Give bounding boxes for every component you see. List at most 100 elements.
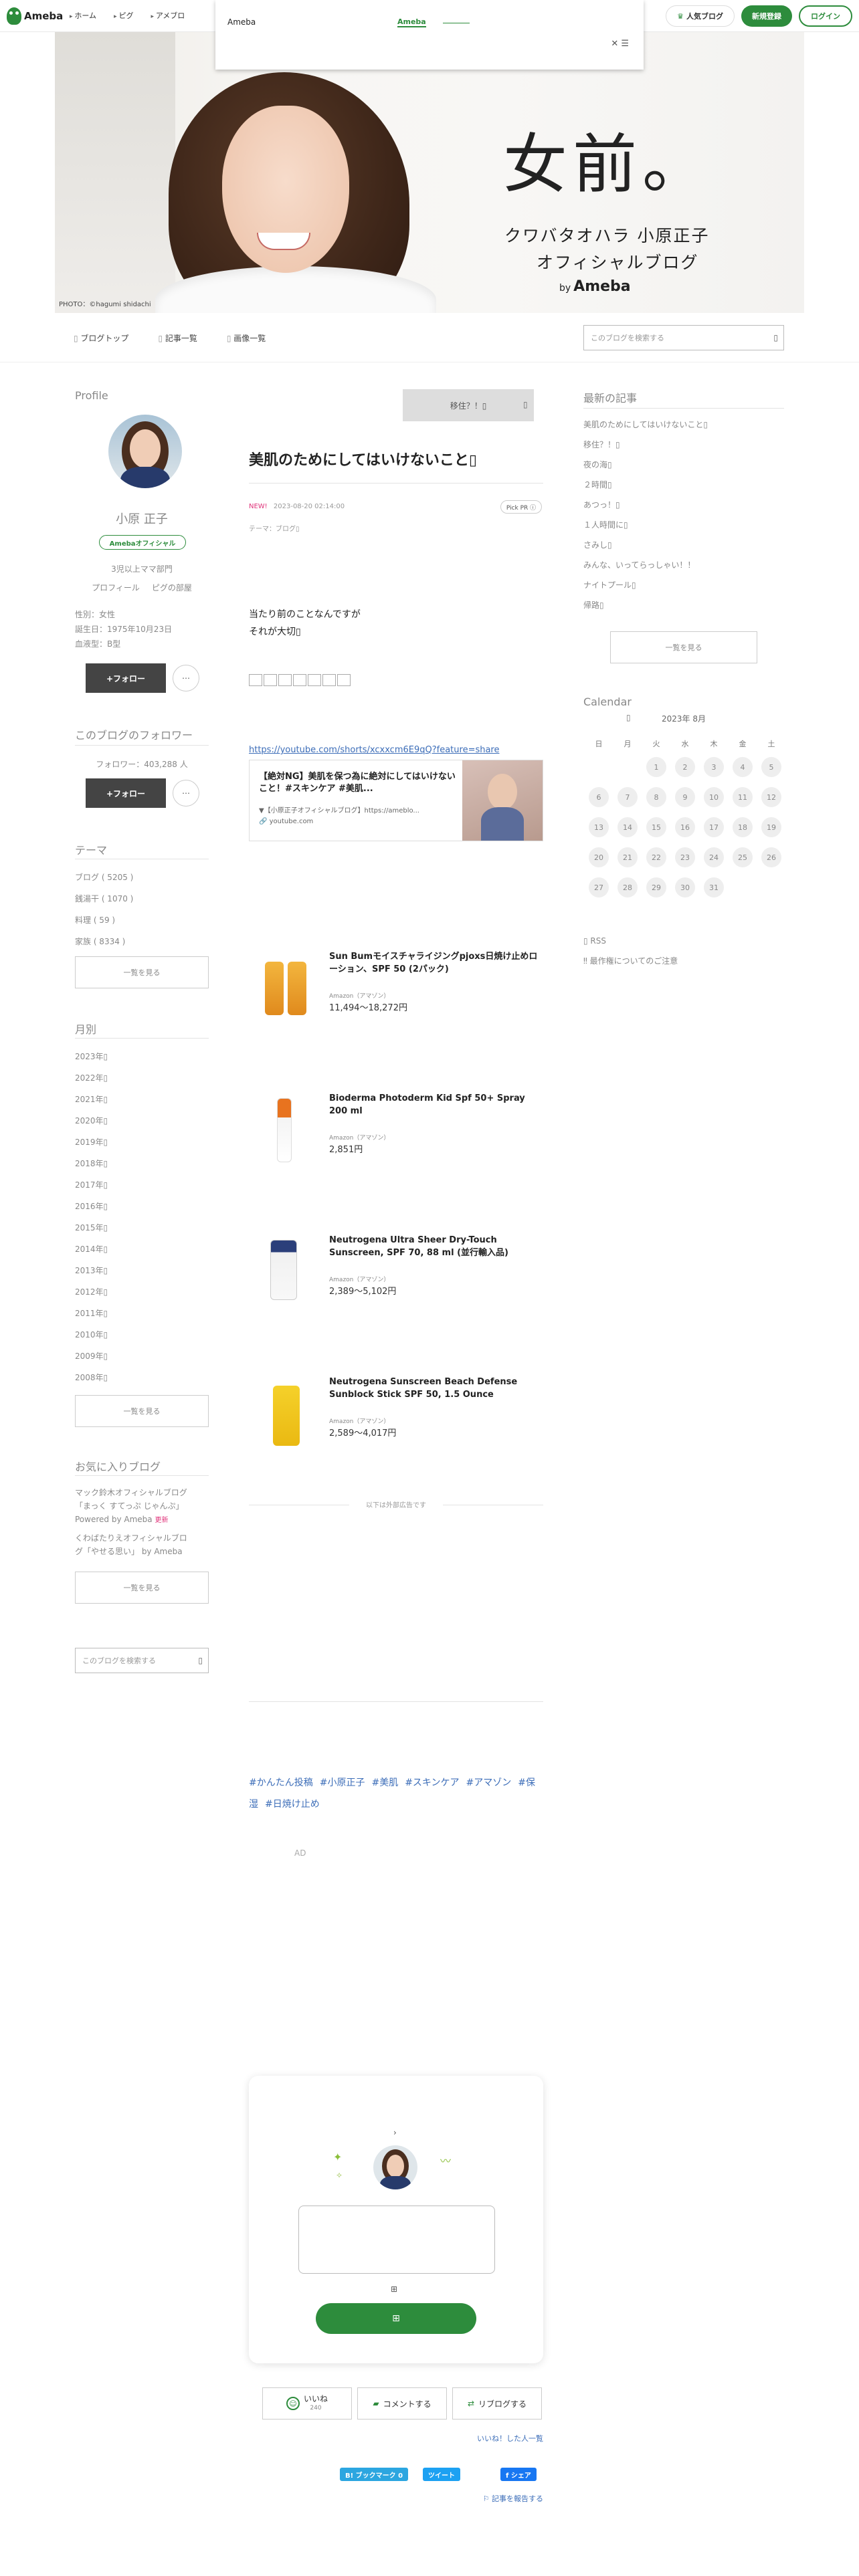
- theme-item[interactable]: 家族 ( 8334 ): [75, 931, 133, 952]
- month-item[interactable]: 2010年▯: [75, 1324, 108, 1346]
- register-button[interactable]: 新規登録: [741, 5, 792, 27]
- dropdown-close-button[interactable]: ✕ ☰: [611, 39, 629, 49]
- calendar-day[interactable]: 16: [675, 817, 695, 837]
- reblog-button[interactable]: ⇄ リブログする: [452, 2387, 542, 2420]
- theme-item[interactable]: ブログ ( 5205 ): [75, 867, 133, 888]
- follow-button-2[interactable]: +フォロー: [86, 778, 166, 808]
- calendar-day[interactable]: 15: [646, 817, 666, 837]
- report-article-link[interactable]: ⚐ 記事を報告する: [455, 2493, 543, 2504]
- calendar-day[interactable]: 3: [704, 757, 724, 777]
- recent-article-item[interactable]: あつっ！▯: [583, 495, 708, 515]
- recent-more-button[interactable]: 一覧を見る: [610, 631, 757, 663]
- month-item[interactable]: 2017年▯: [75, 1174, 108, 1196]
- recent-article-item[interactable]: １人時間に▯: [583, 515, 708, 535]
- product-card[interactable]: Neutrogena Ultra Sheer Dry-Touch Sunscre…: [249, 1226, 543, 1333]
- month-item[interactable]: 2019年▯: [75, 1132, 108, 1153]
- copyright-notice-link[interactable]: ‼ 最作権についてのご注意: [583, 955, 678, 966]
- profile-link[interactable]: プロフィール: [92, 582, 140, 593]
- hashtag-link[interactable]: #アマゾン: [466, 1778, 512, 1788]
- calendar-day[interactable]: 12: [761, 787, 781, 807]
- nav-pigg[interactable]: ピグ: [114, 10, 133, 21]
- calendar-day[interactable]: 13: [589, 817, 609, 837]
- favorite-blog-item[interactable]: くわばたりえオフィシャルブロ グ「やせる思い」 by Ameba: [75, 1531, 187, 1558]
- search-icon[interactable]: ▯: [773, 333, 778, 342]
- profile-rank[interactable]: 3児以上ママ部門: [75, 563, 209, 574]
- calendar-day[interactable]: 30: [675, 877, 695, 897]
- recent-article-item[interactable]: 移住？！▯: [583, 435, 708, 455]
- calendar-day[interactable]: 7: [617, 787, 638, 807]
- popular-blog-button[interactable]: ♛ 人気ブログ: [666, 5, 735, 27]
- calendar-day[interactable]: 17: [704, 817, 724, 837]
- blog-search-input-sidebar[interactable]: このブログを検索する ▯: [75, 1648, 209, 1673]
- calendar-day[interactable]: 14: [617, 817, 638, 837]
- message-textarea[interactable]: [298, 2206, 495, 2274]
- calendar-day[interactable]: 2: [675, 757, 695, 777]
- calendar-day[interactable]: 20: [589, 847, 609, 867]
- like-button[interactable]: ☺ いいね 240: [262, 2387, 352, 2420]
- calendar-day[interactable]: 1: [646, 757, 666, 777]
- nav-home[interactable]: ホーム: [70, 10, 96, 21]
- profile-name[interactable]: 小原 正子: [75, 510, 209, 527]
- calendar-day[interactable]: 6: [589, 787, 609, 807]
- blog-header-image[interactable]: 女前。 クワバタオハラ 小原正子 オフィシャルブログ by Ameba PHOTO…: [55, 32, 804, 313]
- favorites-more-button[interactable]: 一覧を見る: [75, 1572, 209, 1604]
- themes-more-button[interactable]: 一覧を見る: [75, 956, 209, 988]
- calendar-day[interactable]: 26: [761, 847, 781, 867]
- hashtag-link[interactable]: #スキンケア: [405, 1778, 459, 1788]
- more-options-button-2[interactable]: ⋯: [173, 780, 199, 807]
- month-item[interactable]: 2016年▯: [75, 1196, 108, 1217]
- article-title[interactable]: 美肌のためにしてはいけないこと▯: [249, 451, 543, 471]
- theme-item[interactable]: 銭湯干 ( 1070 ): [75, 888, 133, 909]
- facebook-share-button[interactable]: f シェア: [500, 2468, 537, 2481]
- recent-article-item[interactable]: 夜の海▯: [583, 455, 708, 475]
- calendar-day[interactable]: 9: [675, 787, 695, 807]
- search-icon[interactable]: ▯: [198, 1656, 203, 1665]
- calendar-day[interactable]: 22: [646, 847, 666, 867]
- month-item[interactable]: 2011年▯: [75, 1303, 108, 1324]
- calendar-day[interactable]: 11: [733, 787, 753, 807]
- pick-pr-badge[interactable]: Pick PR ⓘ: [500, 500, 542, 514]
- hashtag-link[interactable]: #美肌: [371, 1778, 398, 1788]
- month-item[interactable]: 2008年▯: [75, 1367, 108, 1388]
- theme-item[interactable]: 料理 ( 59 ): [75, 909, 133, 931]
- recent-article-item[interactable]: ２時間▯: [583, 475, 708, 495]
- blog-search-input[interactable]: このブログを検索する ▯: [583, 325, 784, 350]
- calendar-day[interactable]: 27: [589, 877, 609, 897]
- recent-article-item[interactable]: 美肌のためにしてはいけないこと▯: [583, 415, 708, 435]
- calendar-day[interactable]: 19: [761, 817, 781, 837]
- hashtag-link[interactable]: #小原正子: [320, 1778, 365, 1788]
- nav-ameblo[interactable]: アメブロ: [151, 10, 185, 21]
- product-card[interactable]: Neutrogena Sunscreen Beach Defense Sunbl…: [249, 1368, 543, 1475]
- calendar-day[interactable]: 4: [733, 757, 753, 777]
- calendar-day[interactable]: 23: [675, 847, 695, 867]
- liked-users-link[interactable]: いいね！した人一覧: [435, 2433, 543, 2444]
- month-item[interactable]: 2014年▯: [75, 1239, 108, 1260]
- comment-button[interactable]: ▰ コメントする: [357, 2387, 447, 2420]
- pigg-room-link[interactable]: ピグの部屋: [152, 582, 192, 593]
- more-options-button[interactable]: ⋯: [173, 665, 199, 691]
- recent-article-item[interactable]: 帰路▯: [583, 595, 708, 615]
- ameba-logo[interactable]: Ameba: [7, 7, 63, 25]
- month-item[interactable]: 2015年▯: [75, 1217, 108, 1239]
- profile-avatar[interactable]: [108, 415, 182, 488]
- tweet-button[interactable]: ツイート: [423, 2468, 460, 2481]
- month-item[interactable]: 2018年▯: [75, 1153, 108, 1174]
- calendar-day[interactable]: 5: [761, 757, 781, 777]
- monthly-more-button[interactable]: 一覧を見る: [75, 1395, 209, 1427]
- dropdown-tab-ameba[interactable]: Ameba: [397, 17, 426, 27]
- month-item[interactable]: 2013年▯: [75, 1260, 108, 1281]
- product-card[interactable]: Sun Bumモイスチャライジングpjoxs日焼け止めローション、SPF 50 …: [249, 943, 543, 1050]
- product-card[interactable]: Bioderma Photoderm Kid Spf 50+ Spray 200…: [249, 1085, 543, 1192]
- send-gift-button[interactable]: ⊞: [316, 2303, 476, 2334]
- next-article-button[interactable]: 移住？！▯: [403, 389, 534, 421]
- hashtag-link[interactable]: #日焼け止め: [265, 1799, 320, 1810]
- recent-article-item[interactable]: ナイトプール▯: [583, 575, 708, 595]
- calendar-day[interactable]: 25: [733, 847, 753, 867]
- month-item[interactable]: 2012年▯: [75, 1281, 108, 1303]
- rss-link[interactable]: ▯ RSS: [583, 936, 606, 946]
- follow-button[interactable]: +フォロー: [86, 663, 166, 693]
- login-button[interactable]: ログイン: [799, 5, 852, 27]
- month-item[interactable]: 2021年▯: [75, 1089, 108, 1110]
- calendar-day[interactable]: 10: [704, 787, 724, 807]
- calendar-day[interactable]: 31: [704, 877, 724, 897]
